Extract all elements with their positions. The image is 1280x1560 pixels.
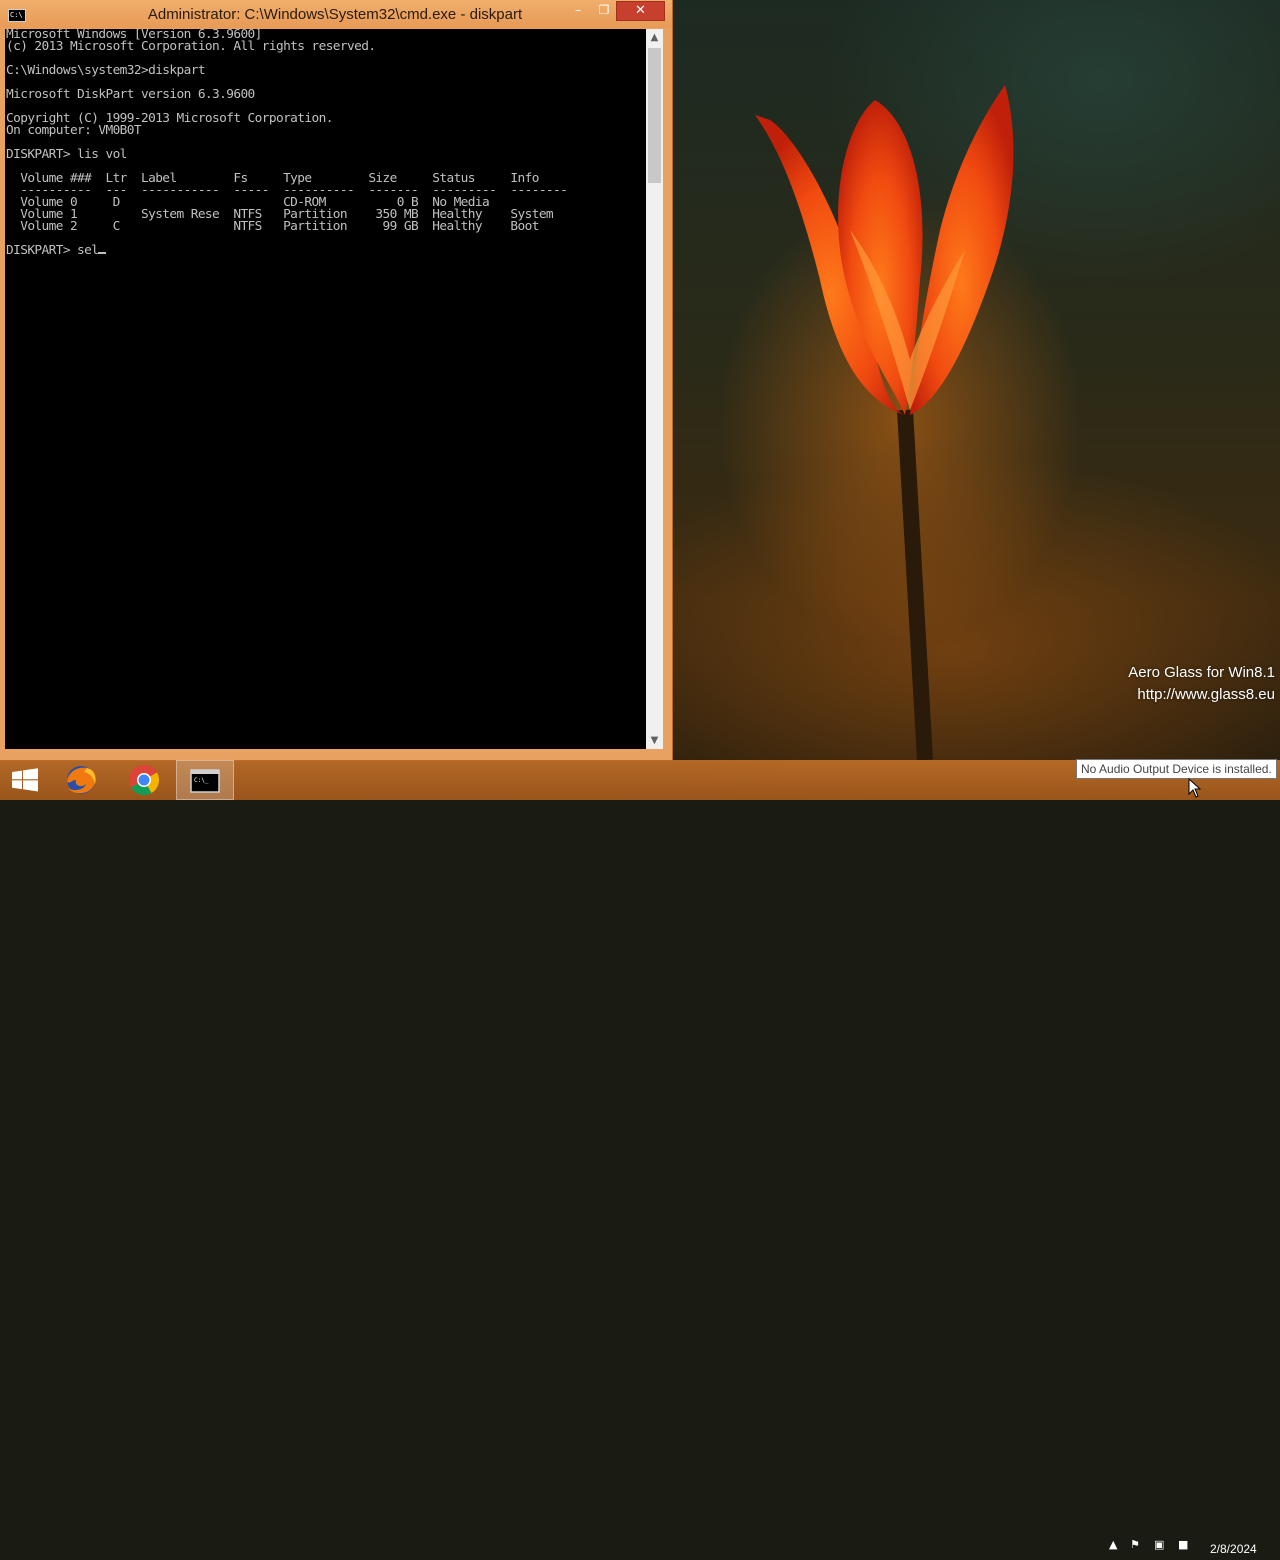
start-button[interactable] bbox=[0, 760, 50, 800]
close-button[interactable]: ✕ bbox=[616, 1, 665, 21]
chrome-icon bbox=[129, 765, 160, 796]
windows-logo-icon bbox=[12, 768, 38, 792]
maximize-button[interactable]: ❐ bbox=[592, 1, 616, 19]
system-tray: ▲ ⚑ ▣ ■ bbox=[1100, 1528, 1200, 1560]
scroll-up-icon[interactable]: ▲ bbox=[646, 29, 663, 46]
clock-date[interactable]: 2/8/2024 bbox=[1210, 1542, 1257, 1556]
network-icon[interactable]: ▣ bbox=[1154, 1538, 1164, 1551]
chrome-taskbar-button[interactable] bbox=[116, 760, 172, 800]
restore-icon: ❐ bbox=[598, 3, 610, 17]
firefox-taskbar-button[interactable] bbox=[54, 760, 110, 800]
cmd-window[interactable]: C:\ Administrator: C:\Windows\System32\c… bbox=[0, 0, 672, 760]
cmd-icon: C:\_ bbox=[190, 769, 220, 793]
scroll-thumb[interactable] bbox=[648, 48, 661, 183]
speaker-icon[interactable]: ■ bbox=[1178, 1538, 1188, 1551]
mouse-cursor-icon bbox=[1188, 778, 1202, 798]
minimize-button[interactable]: – bbox=[567, 1, 589, 19]
text-cursor bbox=[98, 252, 107, 254]
console-output[interactable]: Microsoft Windows [Version 6.3.9600] (c)… bbox=[5, 29, 646, 749]
watermark-line-2: http://www.glass8.eu bbox=[1137, 686, 1275, 703]
scroll-down-icon[interactable]: ▼ bbox=[646, 732, 663, 749]
close-icon: ✕ bbox=[635, 3, 646, 18]
minimize-icon: – bbox=[575, 3, 581, 17]
show-hidden-icons-icon[interactable]: ▲ bbox=[1109, 1538, 1117, 1551]
console-prompt-line[interactable]: DISKPART> sel bbox=[6, 243, 99, 258]
audio-tooltip: No Audio Output Device is installed. bbox=[1076, 759, 1277, 779]
vertical-scrollbar[interactable]: ▲ ▼ bbox=[646, 29, 663, 749]
action-center-flag-icon[interactable]: ⚑ bbox=[1130, 1538, 1140, 1551]
title-bar[interactable]: C:\ Administrator: C:\Windows\System32\c… bbox=[0, 0, 672, 28]
aero-glass-watermark: Aero Glass for Win8.1 http://www.glass8.… bbox=[1128, 662, 1275, 706]
svg-text:C:\_: C:\_ bbox=[194, 777, 209, 784]
cmd-taskbar-button[interactable]: C:\_ bbox=[176, 760, 234, 800]
firefox-icon bbox=[67, 766, 96, 794]
watermark-line-1: Aero Glass for Win8.1 bbox=[1128, 664, 1275, 681]
console-text: Microsoft Windows [Version 6.3.9600] (c)… bbox=[6, 29, 568, 258]
tulip-image bbox=[755, 85, 1014, 761]
